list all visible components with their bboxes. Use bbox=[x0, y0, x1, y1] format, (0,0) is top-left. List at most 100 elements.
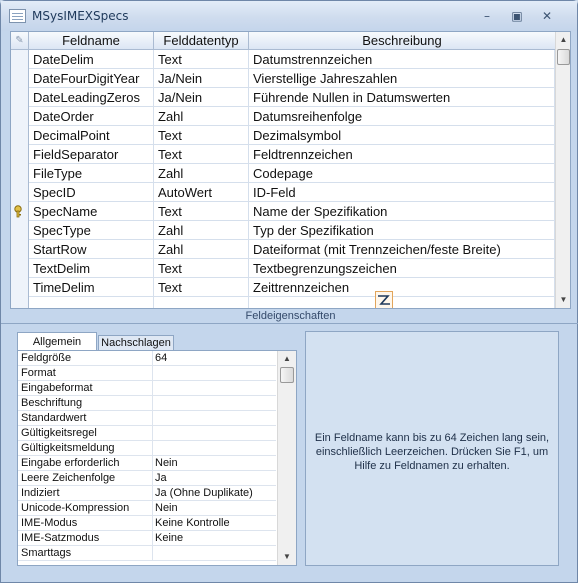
property-row[interactable]: Smarttags bbox=[18, 546, 276, 561]
table-row[interactable]: SpecType Zahl Typ der Spezifikation bbox=[11, 221, 555, 240]
description-cell[interactable]: Dateiformat (mit Trennzeichen/feste Brei… bbox=[249, 240, 555, 259]
property-row[interactable]: IME-Modus Keine Kontrolle bbox=[18, 516, 276, 531]
table-row[interactable]: DateDelim Text Datumstrennzeichen bbox=[11, 50, 555, 69]
data-type-cell[interactable]: Zahl bbox=[154, 164, 249, 183]
description-cell[interactable]: Zeittrennzeichen bbox=[249, 278, 555, 297]
grid-vertical-scrollbar[interactable]: ▲ ▼ bbox=[555, 32, 570, 308]
property-row[interactable]: Unicode-Kompression Nein bbox=[18, 501, 276, 516]
table-row[interactable]: FileType Zahl Codepage bbox=[11, 164, 555, 183]
maximize-icon[interactable]: ▣ bbox=[505, 7, 529, 26]
scroll-thumb[interactable] bbox=[557, 49, 570, 65]
description-cell[interactable]: Codepage bbox=[249, 164, 555, 183]
data-type-cell[interactable]: Text bbox=[154, 278, 249, 297]
field-name-cell[interactable]: SpecType bbox=[29, 221, 154, 240]
property-value[interactable]: 64 bbox=[155, 351, 275, 366]
field-name-cell[interactable]: SpecID bbox=[29, 183, 154, 202]
property-value[interactable]: Nein bbox=[155, 501, 275, 516]
description-cell[interactable]: Datumsreihenfolge bbox=[249, 107, 555, 126]
data-type-cell[interactable]: Text bbox=[154, 50, 249, 69]
row-selector[interactable] bbox=[11, 259, 29, 278]
row-selector[interactable] bbox=[11, 88, 29, 107]
row-selector[interactable] bbox=[11, 183, 29, 202]
property-row[interactable]: IME-Satzmodus Keine bbox=[18, 531, 276, 546]
scroll-down-icon[interactable]: ▼ bbox=[556, 292, 570, 308]
row-selector[interactable] bbox=[11, 107, 29, 126]
field-name-cell[interactable]: FileType bbox=[29, 164, 154, 183]
property-value[interactable] bbox=[155, 546, 275, 561]
row-selector[interactable] bbox=[11, 297, 29, 308]
row-selector[interactable] bbox=[11, 202, 29, 221]
row-selector[interactable] bbox=[11, 69, 29, 88]
property-value[interactable]: Keine bbox=[155, 531, 275, 546]
row-selector[interactable] bbox=[11, 126, 29, 145]
row-selector[interactable] bbox=[11, 50, 29, 69]
description-cell[interactable]: ID-Feld bbox=[249, 183, 555, 202]
table-row[interactable]: TimeDelim Text Zeittrennzeichen bbox=[11, 278, 555, 297]
property-value[interactable]: Ja bbox=[155, 471, 275, 486]
data-type-cell[interactable]: Text bbox=[154, 145, 249, 164]
property-value[interactable]: Ja (Ohne Duplikate) bbox=[155, 486, 275, 501]
field-name-cell[interactable]: StartRow bbox=[29, 240, 154, 259]
description-cell[interactable]: Feldtrennzeichen bbox=[249, 145, 555, 164]
property-value[interactable] bbox=[155, 381, 275, 396]
property-value[interactable] bbox=[155, 396, 275, 411]
field-name-cell[interactable]: DateDelim bbox=[29, 50, 154, 69]
data-type-cell[interactable]: Text bbox=[154, 126, 249, 145]
tab-general[interactable]: Allgemein bbox=[17, 332, 97, 351]
description-cell[interactable]: Typ der Spezifikation bbox=[249, 221, 555, 240]
field-name-cell[interactable]: TextDelim bbox=[29, 259, 154, 278]
field-name-cell[interactable]: DateLeadingZeros bbox=[29, 88, 154, 107]
table-row[interactable]: FieldSeparator Text Feldtrennzeichen bbox=[11, 145, 555, 164]
property-value[interactable] bbox=[155, 366, 275, 381]
data-type-cell[interactable]: Zahl bbox=[154, 107, 249, 126]
property-row[interactable]: Format bbox=[18, 366, 276, 381]
field-name-cell[interactable]: SpecName bbox=[29, 202, 154, 221]
row-selector[interactable] bbox=[11, 240, 29, 259]
field-name-cell[interactable]: TimeDelim bbox=[29, 278, 154, 297]
column-header-field-name[interactable]: Feldname bbox=[29, 32, 154, 50]
field-name-cell[interactable] bbox=[29, 297, 154, 308]
property-row[interactable]: Standardwert bbox=[18, 411, 276, 426]
tab-lookup[interactable]: Nachschlagen bbox=[98, 335, 174, 351]
property-row[interactable]: Indiziert Ja (Ohne Duplikate) bbox=[18, 486, 276, 501]
table-row[interactable]: StartRow Zahl Dateiformat (mit Trennzeiche… bbox=[11, 240, 555, 259]
table-row[interactable]: TextDelim Text Textbegrenzungszeichen bbox=[11, 259, 555, 278]
scroll-thumb[interactable] bbox=[280, 367, 294, 383]
table-row[interactable]: DecimalPoint Text Dezimalsymbol bbox=[11, 126, 555, 145]
property-row[interactable]: Beschriftung bbox=[18, 396, 276, 411]
minimize-icon[interactable]: – bbox=[475, 7, 499, 26]
field-name-cell[interactable]: DateFourDigitYear bbox=[29, 69, 154, 88]
property-row[interactable]: Eingabeformat bbox=[18, 381, 276, 396]
property-value[interactable] bbox=[155, 426, 275, 441]
property-value[interactable] bbox=[155, 411, 275, 426]
scroll-up-icon[interactable]: ▲ bbox=[278, 351, 296, 367]
column-header-description[interactable]: Beschreibung bbox=[249, 32, 555, 50]
table-row[interactable] bbox=[11, 297, 555, 308]
data-type-cell[interactable]: Text bbox=[154, 202, 249, 221]
table-row[interactable]: DateLeadingZeros Ja/Nein Führende Nullen i… bbox=[11, 88, 555, 107]
title-bar[interactable]: MSysIMEXSpecs – ▣ ✕ bbox=[1, 1, 577, 31]
row-selector[interactable] bbox=[11, 278, 29, 297]
description-cell[interactable]: Name der Spezifikation bbox=[249, 202, 555, 221]
data-type-cell[interactable]: Zahl bbox=[154, 221, 249, 240]
data-type-cell[interactable]: Zahl bbox=[154, 240, 249, 259]
data-type-cell[interactable] bbox=[154, 297, 249, 308]
data-type-cell[interactable]: Text bbox=[154, 259, 249, 278]
property-row[interactable]: Gültigkeitsregel bbox=[18, 426, 276, 441]
description-cell[interactable] bbox=[249, 297, 555, 308]
scroll-up-icon[interactable]: ▲ bbox=[556, 32, 570, 48]
data-type-cell[interactable]: AutoWert bbox=[154, 183, 249, 202]
property-value[interactable]: Nein bbox=[155, 456, 275, 471]
field-name-cell[interactable]: DateOrder bbox=[29, 107, 154, 126]
column-header-data-type[interactable]: Felddatentyp bbox=[154, 32, 249, 50]
property-row[interactable]: Gültigkeitsmeldung bbox=[18, 441, 276, 456]
description-cell[interactable]: Textbegrenzungszeichen bbox=[249, 259, 555, 278]
table-row[interactable]: DateFourDigitYear Ja/Nein Vierstellige Jah… bbox=[11, 69, 555, 88]
close-icon[interactable]: ✕ bbox=[535, 7, 559, 26]
property-row[interactable]: Leere Zeichenfolge Ja bbox=[18, 471, 276, 486]
row-selector[interactable] bbox=[11, 145, 29, 164]
row-selector[interactable] bbox=[11, 164, 29, 183]
description-cell[interactable]: Führende Nullen in Datumswerten bbox=[249, 88, 555, 107]
property-value[interactable] bbox=[155, 441, 275, 456]
table-row[interactable]: SpecID AutoWert ID-Feld bbox=[11, 183, 555, 202]
